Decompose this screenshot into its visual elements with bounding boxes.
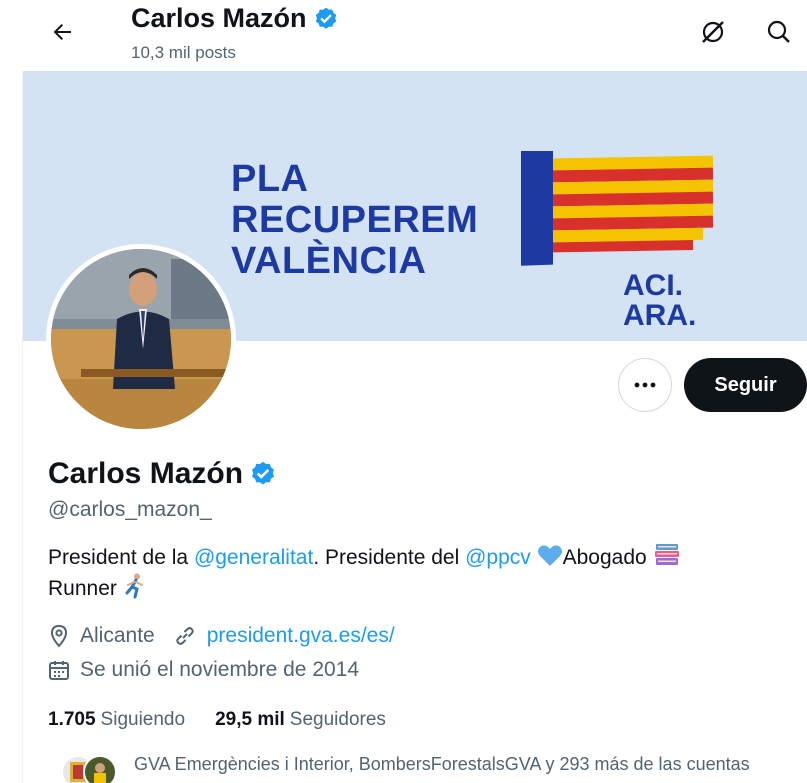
- banner-slogan: PLA RECUPEREM VALÈNCIA: [231, 159, 478, 282]
- banner-line: VALÈNCIA: [231, 240, 427, 282]
- flag-graphic: [521, 151, 714, 266]
- blue-heart-icon: [537, 545, 562, 566]
- followed-by-avatars: [56, 752, 136, 783]
- following-link[interactable]: 1.705 Siguiendo: [48, 709, 185, 731]
- profile-avatar[interactable]: [46, 244, 236, 434]
- followed-by[interactable]: GVA Emergències i Interior, BombersFores…: [48, 752, 807, 783]
- tagline-line: ARA.: [623, 299, 697, 332]
- banner-tagline: ACI. ARA.: [623, 271, 696, 331]
- followed-by-text: GVA Emergències i Interior, BombersFores…: [134, 754, 750, 774]
- tagline-line: ACI.: [623, 269, 683, 302]
- header-title: Carlos Mazón: [131, 3, 339, 34]
- banner-line: PLA: [231, 158, 309, 200]
- back-button[interactable]: [40, 10, 84, 54]
- header-name-text: Carlos Mazón: [131, 3, 307, 33]
- profile-meta-joined: Se unió el noviembre de 2014: [48, 658, 359, 682]
- bio-text: Runner: [48, 577, 117, 600]
- follow-button[interactable]: Seguir: [684, 358, 807, 412]
- grok-button[interactable]: [693, 12, 733, 52]
- location-pin-icon: [48, 624, 70, 648]
- mention-generalitat[interactable]: @generalitat: [194, 546, 313, 569]
- profile-stats: 1.705 Siguiendo 29,5 mil Seguidores: [48, 709, 416, 731]
- search-icon: [767, 20, 790, 43]
- followers-link[interactable]: 29,5 mil Seguidores: [215, 709, 386, 731]
- profile-handle: @carlos_mazon_: [48, 498, 212, 521]
- profile-header: Carlos Mazón 10,3 mil posts: [0, 0, 807, 71]
- more-options-button[interactable]: [618, 358, 672, 412]
- arrow-left-icon: [53, 24, 71, 40]
- avatar-photo: [51, 249, 231, 429]
- website-link[interactable]: president.gva.es/es/: [207, 624, 395, 648]
- mention-ppcv[interactable]: @ppcv: [465, 546, 531, 569]
- following-label: Siguiendo: [100, 709, 186, 730]
- followers-count: 29,5 mil: [215, 709, 285, 730]
- followers-label: Seguidores: [289, 709, 386, 730]
- calendar-icon: [48, 659, 70, 681]
- profile-name: Carlos Mazón: [48, 457, 277, 491]
- post-count: 10,3 mil posts: [131, 43, 236, 62]
- more-dots-icon: [634, 382, 656, 388]
- books-icon: [654, 544, 679, 565]
- banner-line: RECUPEREM: [231, 199, 479, 241]
- search-button[interactable]: [759, 12, 799, 52]
- verified-badge-icon: [315, 7, 336, 29]
- location-text: Alicante: [80, 624, 155, 647]
- runner-icon: [125, 573, 143, 599]
- joined-text: Se unió el noviembre de 2014: [80, 658, 360, 681]
- profile-bio: President de la @generalitat. Presidente…: [48, 542, 788, 604]
- bio-text: Abogado: [562, 546, 647, 569]
- bio-text: President de la: [48, 546, 194, 569]
- profile-name-text: Carlos Mazón: [48, 457, 244, 490]
- following-count: 1.705: [48, 709, 96, 730]
- verified-badge-icon[interactable]: [249, 460, 277, 488]
- grok-icon: [702, 21, 724, 43]
- profile-meta-location: Alicante president.gva.es/es/: [48, 624, 395, 648]
- link-icon: [173, 624, 197, 648]
- bio-text: . Presidente del: [313, 546, 466, 569]
